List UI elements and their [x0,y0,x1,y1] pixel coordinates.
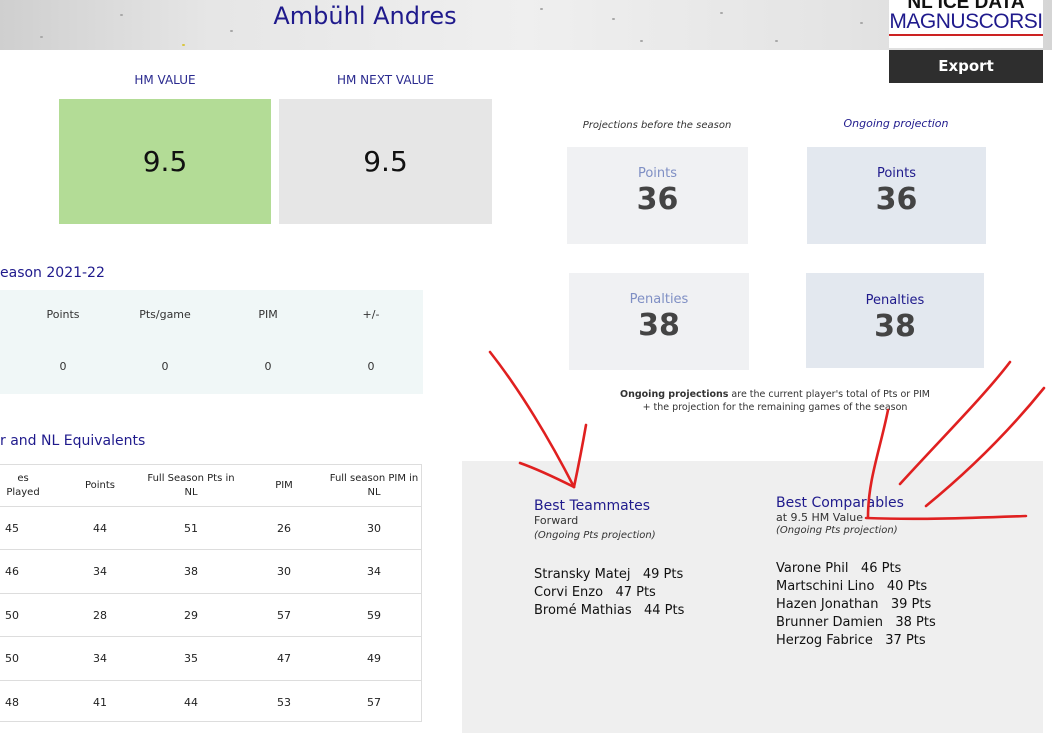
season-value-pim: 0 [264,360,272,373]
table-cell: 34 [367,565,381,579]
season-value-pts-game: 0 [161,360,169,373]
eq-header-full-pts: Full Season Pts in NL [147,472,235,498]
season-header-pts-game: Pts/game [139,308,191,321]
table-cell: 38 [184,565,198,579]
table-cell: 29 [184,608,198,622]
nl-ice-data-logo: NL ICE DATA MAGNUSCORSI [889,0,1043,48]
table-cell: 47 [277,652,291,666]
list-item[interactable]: Hazen Jonathan 39 Pts [776,596,996,614]
logo-title: NL ICE DATA [907,0,1025,13]
before-points-value: 36 [636,182,679,217]
table-row: 50 34 35 47 49 [0,636,421,679]
hm-next-value-box: 9.5 [279,99,492,224]
table-row: 46 34 38 30 34 [0,549,421,592]
hm-next-value-label: HM NEXT VALUE [336,73,434,87]
table-cell: 45 [5,522,19,535]
table-cell: 41 [93,695,107,709]
table-cell: 53 [277,695,291,709]
note-rest: are the current player's total of Pts or… [728,389,930,400]
table-cell: 35 [184,652,198,666]
equivalents-title: r and NL Equivalents [0,433,146,449]
ongoing-points-card: Points 36 [807,147,986,244]
table-row: 45 44 51 26 30 [0,506,421,549]
hm-value: 9.5 [142,145,188,178]
eq-header-pim: PIM [275,479,293,491]
note-line2: + the projection for the remaining games… [642,402,908,413]
best-comparables-subtitle: at 9.5 HM Value [776,511,864,524]
table-cell: 50 [5,652,19,666]
best-comparables-note: (Ongoing Pts projection) [776,525,898,536]
season-stats-table: Points Pts/game PIM +/- 0 0 0 0 [0,290,423,394]
table-cell: 30 [367,522,381,535]
list-item[interactable]: Stransky Matej 49 Pts [534,566,734,584]
projection-note: Ongoing projections are the current play… [600,388,950,414]
player-name-title: Ambühl Andres [273,2,457,30]
before-penalties-value: 38 [638,308,680,343]
table-row: 50 28 29 57 59 [0,592,421,636]
table-row: 48 41 44 53 57 [0,679,421,723]
best-comparables-section: Best Comparables at 9.5 HM Value (Ongoin… [776,495,996,650]
before-penalties-card: Penalties 38 [569,273,749,370]
best-comparables-title: Best Comparables [776,495,904,511]
logo-subtitle: MAGNUSCORSI [889,10,1043,36]
table-cell: 57 [367,695,381,709]
season-title: eason 2021-22 [0,265,105,281]
season-header-pim: PIM [258,308,278,321]
before-penalties-label: Penalties [629,292,689,307]
ongoing-penalties-value: 38 [874,309,916,344]
best-teammates-subtitle: Forward [534,514,579,527]
table-cell: 26 [277,522,291,535]
eq-header-full-pim: Full season PIM in NL [329,472,419,498]
table-cell: 48 [5,695,19,709]
note-bold: Ongoing projections [620,389,729,400]
best-teammates-title: Best Teammates [534,498,651,514]
ongoing-penalties-card: Penalties 38 [806,273,984,368]
best-teammates-section: Best Teammates Forward (Ongoing Pts proj… [534,498,734,620]
list-item[interactable]: Corvi Enzo 47 Pts [534,584,734,602]
ongoing-points-value: 36 [875,182,918,217]
ongoing-points-label: Points [876,166,917,181]
before-points-label: Points [637,166,678,181]
hm-value-box: 9.5 [59,99,271,224]
best-teammates-note: (Ongoing Pts projection) [534,530,656,541]
list-item[interactable]: Herzog Fabrice 37 Pts [776,632,996,650]
before-points-card: Points 36 [567,147,748,244]
table-cell: 49 [367,652,381,666]
table-cell: 34 [93,565,107,579]
table-cell: 30 [277,565,291,579]
table-cell: 57 [277,608,291,622]
ongoing-projection-label: Ongoing projection [843,117,949,130]
table-cell: 59 [367,608,381,622]
season-header-points: Points [46,308,80,321]
list-item[interactable]: Varone Phil 46 Pts [776,560,996,578]
eq-header-points: Points [84,479,116,491]
best-comparables-list: Varone Phil 46 Pts Martschini Lino 40 Pts… [776,560,996,650]
table-cell: 44 [93,522,107,535]
table-cell: 46 [5,565,19,579]
ongoing-penalties-label: Penalties [865,293,925,308]
export-button[interactable]: Export [889,50,1043,83]
season-value-points: 0 [59,360,67,373]
season-value-plus-minus: 0 [367,360,375,373]
hm-value-label: HM VALUE [134,73,196,87]
nl-equivalents-table: es Played Points Full Season Pts in NL P… [0,464,422,722]
list-item[interactable]: Brunner Damien 38 Pts [776,614,996,632]
best-teammates-list: Stransky Matej 49 Pts Corvi Enzo 47 Pts Br… [534,566,734,620]
list-item[interactable]: Martschini Lino 40 Pts [776,578,996,596]
projections-before-label: Projections before the season [582,120,732,131]
hm-next-value: 9.5 [363,145,408,178]
table-cell: 44 [184,695,198,709]
eq-header-games: es Played [6,472,40,498]
season-header-plus-minus: +/- [362,308,380,321]
table-cell: 51 [184,522,198,535]
table-cell: 28 [93,608,107,622]
list-item[interactable]: Bromé Mathias 44 Pts [534,602,734,620]
table-cell: 50 [5,608,19,622]
table-cell: 34 [93,652,107,666]
